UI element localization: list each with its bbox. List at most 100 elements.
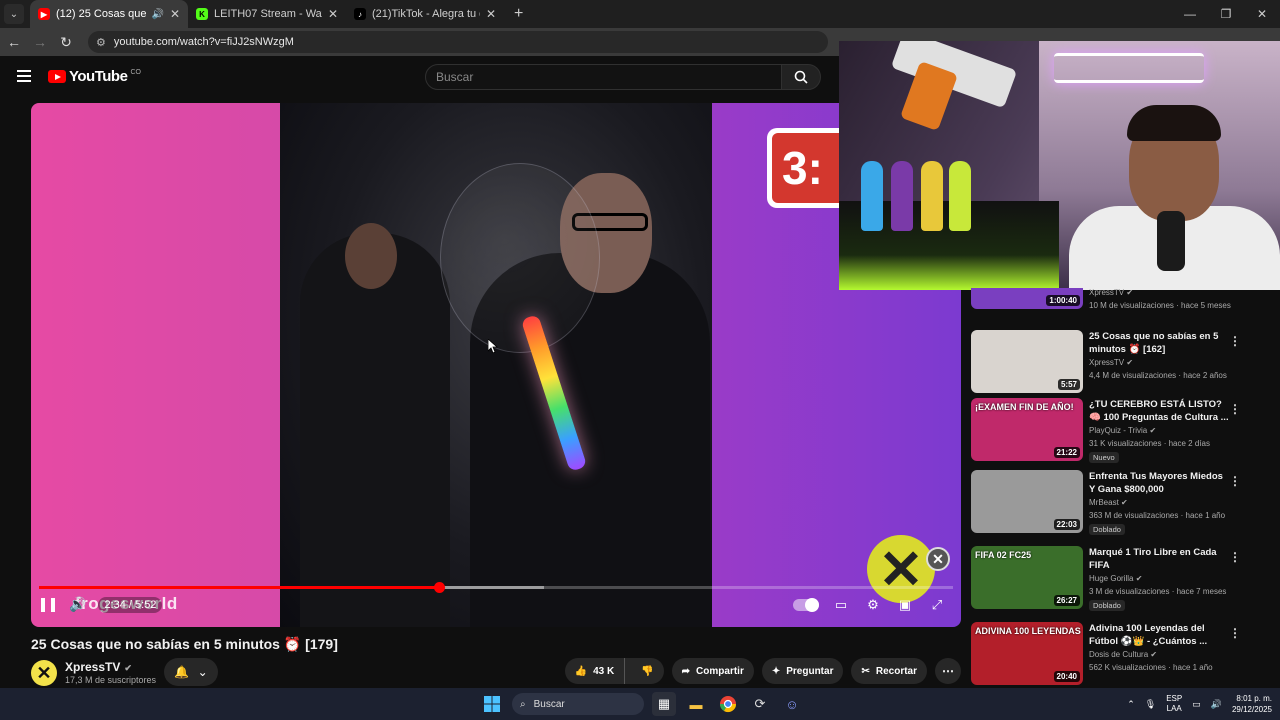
- dislike-button[interactable]: 👎: [631, 658, 663, 684]
- pause-icon[interactable]: [41, 597, 55, 612]
- recommendation-channel[interactable]: XpressTV ✔: [1089, 358, 1133, 367]
- verified-icon: ✔: [1126, 358, 1134, 367]
- hamburger-menu-icon[interactable]: [17, 70, 31, 85]
- recommendation-item[interactable]: 5:57 25 Cosas que no sabías en 5 minutos …: [971, 330, 1271, 396]
- verified-icon: ✔: [1150, 650, 1158, 659]
- recommendation-title[interactable]: ¿TU CEREBRO ESTÁ LISTO? 🧠 100 Preguntas …: [1089, 398, 1229, 424]
- video-thumbnail[interactable]: 5:57: [971, 330, 1083, 393]
- channel-avatar[interactable]: ✕: [31, 660, 57, 686]
- video-thumbnail[interactable]: ADIVINA 100 LEYENDAS 20:40: [971, 622, 1083, 685]
- clock[interactable]: 8:01 p. m. 29/12/2025: [1232, 693, 1272, 715]
- network-icon[interactable]: ▭: [1192, 699, 1201, 710]
- neon-sign: [1054, 53, 1204, 83]
- played-bar: [39, 586, 440, 589]
- video-player[interactable]: 3: ✕ ✕ frogesworld 🔊 2:34 / 5:52 ▭ ⚙ ▣ ⤢: [31, 103, 961, 627]
- recommendation-item[interactable]: ¡EXAMEN FIN DE AÑO! 21:22 ¿TU CEREBRO ESTÁ…: [971, 398, 1271, 464]
- close-tab-icon[interactable]: ✕: [486, 7, 496, 21]
- fullscreen-icon[interactable]: ⤢: [927, 597, 947, 613]
- minimize-button[interactable]: —: [1172, 7, 1208, 21]
- back-button[interactable]: ←: [2, 34, 26, 50]
- language-indicator[interactable]: ESP LAA: [1166, 694, 1182, 714]
- tab-search-dropdown[interactable]: ⌄: [4, 4, 24, 24]
- url-field[interactable]: ⚙ youtube.com/watch?v=fiJJ2sNWzgM: [88, 31, 828, 53]
- autoplay-toggle[interactable]: [793, 598, 819, 612]
- video-thumbnail[interactable]: ¡EXAMEN FIN DE AÑO! 21:22: [971, 398, 1083, 461]
- discord-icon[interactable]: ☺: [780, 692, 804, 716]
- recommendation-channel[interactable]: PlayQuiz - Trivia ✔: [1089, 426, 1156, 435]
- volume-icon[interactable]: 🔊: [69, 596, 86, 613]
- video-thumbnail[interactable]: FIFA 02 FC25 26:27: [971, 546, 1083, 609]
- share-button[interactable]: ➦ Compartir: [671, 658, 754, 684]
- kebab-menu-icon[interactable]: ⋮: [1229, 334, 1241, 348]
- recommendation-channel[interactable]: Huge Gorilla ✔: [1089, 574, 1142, 583]
- person-left: [300, 223, 450, 627]
- recommendation-item[interactable]: FIFA 02 FC25 26:27 Marqué 1 Tiro Libre en …: [971, 546, 1271, 612]
- close-tab-icon[interactable]: ✕: [328, 7, 338, 21]
- duration-badge: 5:57: [1057, 379, 1080, 390]
- figurine: [921, 161, 943, 231]
- windows-start-icon[interactable]: [480, 692, 504, 716]
- speaker-icon[interactable]: 🔊: [151, 9, 163, 20]
- channel-name-wrap[interactable]: XpressTV ✔: [65, 660, 132, 674]
- thumbnail-caption: ¡EXAMEN FIN DE AÑO!: [975, 402, 1074, 412]
- search-input[interactable]: [436, 70, 781, 84]
- recommendation-title[interactable]: 25 Cosas que no sabías en 5 minutos ⏰ [1…: [1089, 330, 1229, 356]
- recommendation-title[interactable]: Enfrenta Tus Mayores Miedos Y Gana $800,…: [1089, 470, 1229, 496]
- figurine: [949, 161, 971, 231]
- tab-title: (21)TikTok - Alegra tu día: [372, 8, 480, 20]
- recommendation-item[interactable]: ADIVINA 100 LEYENDAS 20:40 Adivina 100 Ley…: [971, 622, 1271, 688]
- recommendation-item[interactable]: 22:03 Enfrenta Tus Mayores Miedos Y Gana …: [971, 470, 1271, 536]
- youtube-logo[interactable]: YouTube CO: [48, 68, 141, 85]
- file-explorer-icon[interactable]: ▬: [684, 692, 708, 716]
- clip-button[interactable]: ✂ Recortar: [851, 658, 927, 684]
- recommendation-title[interactable]: Adivina 100 Leyendas del Fútbol ⚽👑 - ¿Cu…: [1089, 622, 1229, 648]
- kebab-menu-icon[interactable]: ⋮: [1229, 550, 1241, 564]
- kebab-menu-icon[interactable]: ⋮: [1229, 626, 1241, 640]
- kebab-menu-icon[interactable]: ⋮: [1229, 402, 1241, 416]
- kebab-menu-icon[interactable]: ⋮: [1229, 474, 1241, 488]
- taskbar-search[interactable]: ⌕ Buscar: [512, 693, 644, 715]
- settings-gear-icon[interactable]: ⚙: [863, 597, 883, 613]
- recommendation-title[interactable]: Marqué 1 Tiro Libre en Cada FIFA: [1089, 546, 1229, 572]
- microphone-icon[interactable]: 🎙: [1145, 699, 1156, 710]
- volume-icon[interactable]: 🔊: [1211, 699, 1222, 710]
- lang-bottom: LAA: [1166, 704, 1182, 713]
- new-tab-button[interactable]: +: [514, 5, 523, 23]
- site-info-icon[interactable]: ⚙: [96, 36, 106, 49]
- verified-icon: ✔: [1135, 574, 1143, 583]
- more-actions-button[interactable]: ⋯: [935, 658, 961, 684]
- video-thumbnail[interactable]: HORA1:00:40: [971, 288, 1083, 309]
- progress-bar[interactable]: [39, 582, 953, 593]
- search-icon: ⌕: [520, 698, 526, 710]
- ask-button[interactable]: ✦ Preguntar: [761, 658, 844, 684]
- channel-label: XpressTV: [1089, 358, 1125, 367]
- video-thumbnail[interactable]: 22:03: [971, 470, 1083, 533]
- notifications-button[interactable]: 🔔 ⌄: [164, 658, 218, 686]
- ask-label: Preguntar: [786, 665, 834, 677]
- restore-button[interactable]: ❐: [1208, 7, 1244, 21]
- forward-button[interactable]: →: [28, 34, 52, 50]
- recommendation-meta: 10 M de visualizaciones · hace 5 meses: [1089, 301, 1231, 310]
- tab-tiktok[interactable]: ♪ (21)TikTok - Alegra tu día ✕: [346, 0, 504, 28]
- like-button[interactable]: 👍 43 K: [565, 658, 626, 684]
- chevron-up-icon[interactable]: ⌃: [1127, 699, 1135, 710]
- recommendation-channel[interactable]: MrBeast ✔: [1089, 498, 1128, 507]
- reload-button[interactable]: ↻: [54, 34, 78, 51]
- search-button[interactable]: [781, 64, 821, 90]
- subtitles-icon[interactable]: ▭: [831, 597, 851, 613]
- recommendation-meta: 562 K visualizaciones · hace 1 año: [1089, 663, 1213, 672]
- channel-name[interactable]: XpressTV: [65, 660, 120, 674]
- recommendation-channel[interactable]: XpressTV ✔: [1089, 288, 1133, 297]
- chrome-icon[interactable]: [716, 692, 740, 716]
- close-tab-icon[interactable]: ✕: [170, 7, 180, 21]
- theater-mode-icon[interactable]: ▣: [895, 597, 915, 613]
- channel-label: Huge Gorilla: [1089, 574, 1134, 583]
- close-window-button[interactable]: ✕: [1244, 7, 1280, 21]
- video-frame: [280, 103, 712, 627]
- tab-youtube[interactable]: ▶ (12) 25 Cosas que no sabías 🔊 ✕: [30, 0, 188, 28]
- tab-kick[interactable]: K LEITH07 Stream - Watch Live on ✕: [188, 0, 346, 28]
- recommendation-channel[interactable]: Dosis de Cultura ✔: [1089, 650, 1157, 659]
- store-icon[interactable]: ▦: [652, 692, 676, 716]
- recorder-icon[interactable]: ⟳: [748, 692, 772, 716]
- share-icon: ➦: [681, 665, 691, 677]
